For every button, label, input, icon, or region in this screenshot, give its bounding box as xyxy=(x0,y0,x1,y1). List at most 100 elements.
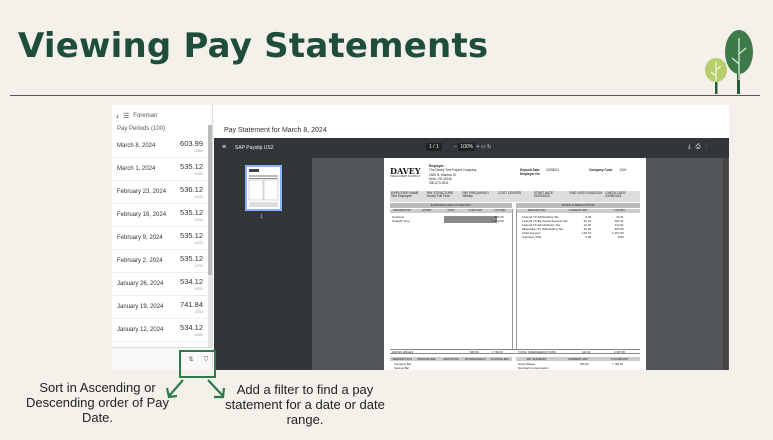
breadcrumb: ‹ ☰ Foreman xyxy=(116,111,157,121)
earnings-row: Straight Time xyxy=(392,219,410,223)
tax-ytd: 34.61 481.11 112.51 302.00 1,457.60 8.82 xyxy=(612,215,624,239)
pay-period-item[interactable]: February 23, 2024 536.12 USD xyxy=(112,181,208,204)
pay-period-amount: 535.12 xyxy=(180,231,203,240)
pay-period-amount: 534.12 xyxy=(180,323,203,332)
pay-period-item[interactable]: January 12, 2024 534.12 USD xyxy=(112,319,208,342)
deposit-date: 03/08/24 xyxy=(546,168,559,172)
rotate-icon[interactable]: ↻ xyxy=(487,144,491,150)
pay-period-item[interactable]: January 19, 2024 741.84 USD xyxy=(112,296,208,319)
pay-period-amount: 535.12 xyxy=(180,208,203,217)
zoom-level[interactable]: 100% xyxy=(458,143,476,151)
page-thumbnail[interactable] xyxy=(245,165,282,211)
fit-page-icon[interactable]: ▭ xyxy=(481,144,486,150)
scroll-thumb[interactable] xyxy=(208,125,212,275)
earnings-columns: DESCRIPTION HOURS RATE CURR AMT YTD AMT xyxy=(390,209,512,213)
pay-summary-current: 845.50 xyxy=(580,362,589,366)
print-icon[interactable]: ⎙ xyxy=(696,144,706,150)
pay-period-amount-block: 535.12 USD xyxy=(180,231,203,245)
earnings-title: EARNINGS AND OTHER PAY xyxy=(390,203,512,208)
pay-period-item[interactable]: February 9, 2024 535.12 USD xyxy=(112,227,208,250)
pay-period-currency: USD xyxy=(194,286,203,291)
pay-period-date: January 19, 2024 xyxy=(117,304,164,310)
pay-summary-row: NonCash Compensation xyxy=(518,366,549,370)
zoom-in-icon[interactable]: + xyxy=(477,144,480,150)
download-icon[interactable]: ⤓ xyxy=(688,144,696,150)
balance-column-header: OPENING BAL xyxy=(417,357,437,361)
total-tax-label: TOTAL TAXES/DEDUCTIONS xyxy=(518,350,556,354)
statement-panel: Pay Statement for March 8, 2024 ≡ SAP Pa… xyxy=(214,105,729,370)
balance-row: Savings Bal xyxy=(394,366,409,370)
gross-label: GROSS WAGES xyxy=(392,350,414,354)
divider xyxy=(516,209,517,349)
menu-icon[interactable]: ≡ xyxy=(222,144,226,151)
thumbnail-pane: 1 xyxy=(214,158,312,370)
balance-column-header: DESCRIPTION xyxy=(392,357,412,361)
pay-period-amount: 535.12 xyxy=(180,162,203,171)
pay-summary-column-header: YTD AMOUNT xyxy=(610,357,629,361)
earnings-column-header: DESCRIPTION xyxy=(393,209,412,212)
pay-summary-rows: Gross Wages NonCash Compensation xyxy=(518,362,548,370)
pay-period-amount-block: 534.12 USD xyxy=(180,323,203,337)
employee-header-table: EMPLOYEE NAME Test Employee PAY STRUCTURE… xyxy=(390,191,640,202)
rate-hours-shading xyxy=(444,216,497,223)
tax-current: 0.00 52.42 12.26 23.00 145.76 0.98 xyxy=(582,215,591,239)
balance-rows: Company Bal Savings Bal xyxy=(394,362,411,370)
taxes-columns: DESCRIPTION CURRENT AMT YTD AMT xyxy=(516,209,640,213)
pay-period-amount: 535.12 xyxy=(180,254,203,263)
pay-period-currency: USD xyxy=(194,148,203,153)
pay-period-date: February 23, 2024 xyxy=(117,189,167,195)
pay-period-amount: 534.12 xyxy=(180,277,203,286)
list-icon: ☰ xyxy=(123,113,130,120)
more-icon[interactable]: ⋮ xyxy=(705,144,712,150)
pay-period-item[interactable]: March 1, 2024 535.12 USD xyxy=(112,158,208,181)
pay-period-date: February 2, 2024 xyxy=(117,258,163,264)
pay-summary-current-value: 845.50 xyxy=(580,362,589,366)
pay-period-item[interactable]: January 26, 2024 534.12 USD xyxy=(112,273,208,296)
thumbnail-preview-icon xyxy=(248,169,279,207)
page-indicator[interactable]: 1 / 1 xyxy=(426,143,442,151)
tax-row: Voluntary STD xyxy=(522,235,542,239)
employer-block: Employer: The Davey Tree Expert Company 1… xyxy=(429,164,476,185)
sort-caption: Sort in Ascending or Descending order of… xyxy=(25,380,170,425)
deposit-block: Deposit Date 03/08/24 Employer No xyxy=(520,168,559,177)
pay-period-date: February 9, 2024 xyxy=(117,235,163,241)
pay-period-amount: 741.84 xyxy=(180,300,203,309)
pay-summary-column-header: CURRENT AMT xyxy=(567,357,589,361)
balance-column-header: ADDITIONS xyxy=(443,357,459,361)
pay-period-amount: 536.12 xyxy=(180,185,203,194)
back-arrow-icon[interactable]: ‹ xyxy=(116,111,119,121)
employer-lines: The Davey Tree Expert Company 1500 N. Man… xyxy=(429,168,476,185)
taxes-title: TAXES & DEDUCTIONS xyxy=(516,203,640,208)
slide-title: Viewing Pay Statements xyxy=(18,26,489,66)
pay-period-item[interactable]: February 2, 2024 535.12 USD xyxy=(112,250,208,273)
pay-period-amount-block: 603.99 USD xyxy=(180,139,203,153)
pdf-viewer: ≡ SAP Payslip US2 1 / 1 − 100% + ▭ ↻ ⤓⎙⋮ xyxy=(214,138,729,370)
header-cell: END DATE 03/03/2024 xyxy=(569,191,603,195)
pdf-file-name: SAP Payslip US2 xyxy=(235,145,274,151)
zoom-out-icon[interactable]: − xyxy=(454,144,457,150)
header-cell: PAY STRUCTURE Hourly Full Time xyxy=(426,191,454,199)
scrollbar[interactable] xyxy=(208,125,212,347)
pdf-toolbar: ≡ SAP Payslip US2 1 / 1 − 100% + ▭ ↻ ⤓⎙⋮ xyxy=(214,138,729,158)
pay-period-date: February 16, 2024 xyxy=(117,212,167,218)
viewer-scrollbar[interactable] xyxy=(723,158,728,370)
tax-column-header: CURRENT AMT xyxy=(568,209,588,212)
header-cell: PAY FREQUENCY Weekly xyxy=(462,191,490,199)
tax-rows: Federal TX Withholding Tax Federal TX EE … xyxy=(522,215,568,239)
pay-period-item[interactable]: February 16, 2024 535.12 USD xyxy=(112,204,208,227)
employer-line: The Davey Tree Expert Company xyxy=(429,168,477,173)
company-code-block: Company Code 1000 xyxy=(589,168,626,172)
pay-period-item[interactable]: March 8, 2024 603.99 USD xyxy=(112,135,208,158)
total-tax-curr: 241.51 xyxy=(582,350,591,354)
pay-period-amount-block: 535.12 USD xyxy=(180,208,203,222)
slide: Viewing Pay Statements ‹ ☰ Foreman Pay P… xyxy=(0,0,773,440)
pay-period-date: January 12, 2024 xyxy=(117,327,164,333)
earnings-ytd: 300.26 7,416.00 xyxy=(492,215,504,223)
earnings-rows: Overtime Straight Time xyxy=(392,215,410,223)
earnings-column-header: HOURS xyxy=(421,209,432,212)
pdf-page: DAVEY TREE EXPERT COMPANY Employer: The … xyxy=(384,158,646,370)
header-cell: CHECK DATE 03/08/2024 xyxy=(605,191,626,199)
trees-icon xyxy=(705,30,753,94)
logo-subtitle: TREE EXPERT COMPANY xyxy=(390,175,421,178)
tax-current-value: 0.98 xyxy=(585,235,592,239)
